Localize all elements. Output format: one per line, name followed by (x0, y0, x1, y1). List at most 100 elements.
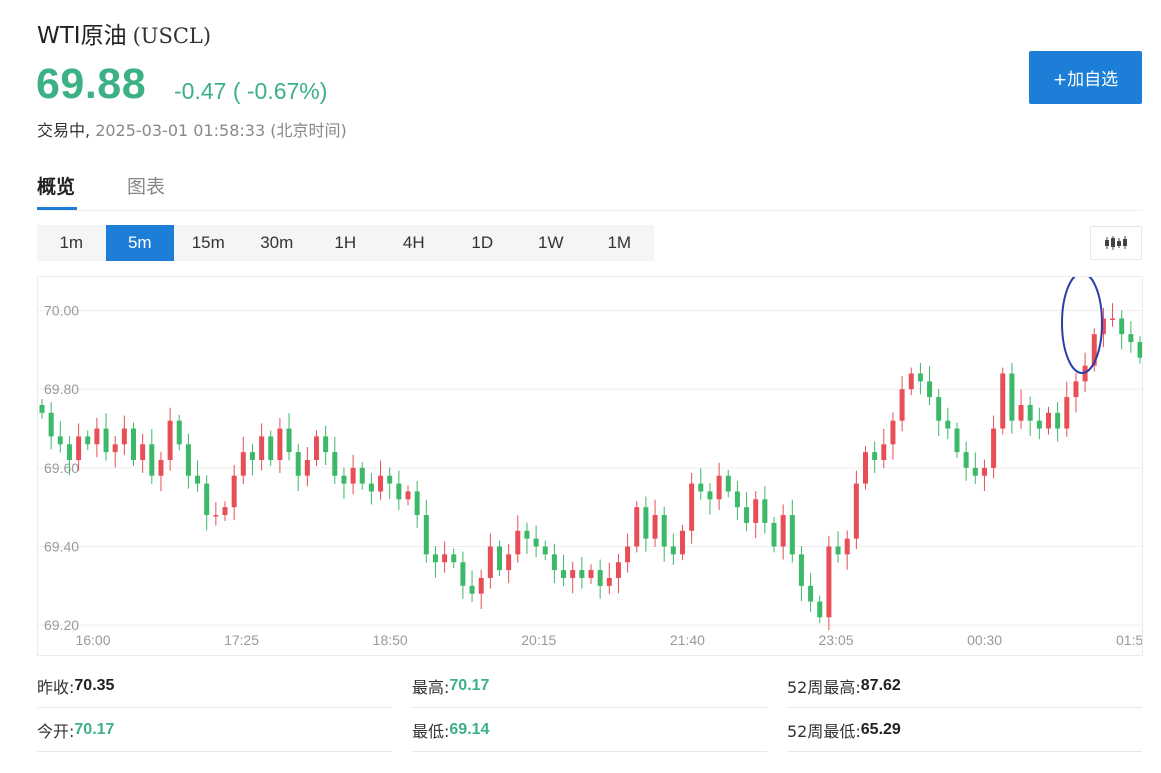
y-tick-label: 69.80 (44, 381, 79, 397)
candle-body (396, 483, 402, 500)
candle-body (689, 483, 695, 531)
tab-bar: 概览 图表 (37, 168, 1142, 211)
period-4h[interactable]: 4H (380, 225, 449, 261)
candle-body (195, 475, 201, 484)
candle-body (570, 570, 576, 578)
period-1d[interactable]: 1D (448, 225, 517, 261)
period-1w[interactable]: 1W (517, 225, 586, 261)
candle-body (972, 467, 978, 476)
candle-body (515, 530, 521, 555)
candle-body (1128, 334, 1134, 343)
candle-body (112, 444, 118, 453)
candle-body (487, 546, 493, 578)
candle-body (295, 452, 301, 476)
period-selector: 1m 5m 15m 30m 1H 4H 1D 1W 1M (37, 225, 654, 261)
period-1m[interactable]: 1m (37, 225, 106, 261)
candle-body (1018, 404, 1024, 421)
candle-body (213, 515, 219, 517)
candle-body (872, 452, 878, 460)
x-tick-label: 18:50 (373, 632, 408, 648)
candle-body (716, 475, 722, 500)
last-price: 69.88 (36, 60, 147, 108)
period-15m[interactable]: 15m (174, 225, 243, 261)
candle-body (798, 554, 804, 586)
candle-body (359, 467, 365, 484)
candle-body (103, 428, 109, 453)
candle-body (808, 585, 814, 602)
candle-body (268, 436, 274, 460)
candle-body (963, 452, 969, 468)
x-tick-label: 00:30 (967, 632, 1002, 648)
candle-body (48, 412, 54, 437)
instrument-title: WTI原油 (USCL) (37, 16, 211, 50)
candle-body (908, 373, 914, 390)
price-chart[interactable]: 70.00 69.80 69.60 69.40 69.20 16:00 17:25 18:50… (37, 276, 1143, 656)
candle-body (240, 452, 246, 476)
instrument-name: WTI原油 (37, 23, 127, 49)
period-1h[interactable]: 1H (311, 225, 380, 261)
candle-body (725, 475, 731, 492)
candle-body (185, 444, 191, 476)
candle-body (597, 570, 603, 586)
chart-canvas: 70.00 69.80 69.60 69.40 69.2016:00 17:25 18:50… (38, 277, 1143, 648)
stat-label: 今开: (37, 721, 75, 741)
x-tick-label: 20:15 (521, 632, 556, 648)
candle-body (85, 436, 91, 445)
y-tick-label: 69.20 (44, 617, 79, 633)
candle-body (853, 483, 859, 539)
x-tick-label: 17:25 (224, 632, 259, 648)
candle-body (625, 546, 631, 563)
candle-body (789, 515, 795, 555)
candle-body (991, 428, 997, 468)
candle-body (551, 554, 557, 571)
chart-type-button[interactable] (1090, 226, 1142, 260)
candle-body (76, 436, 82, 460)
candle-body (1137, 342, 1142, 358)
y-tick-label: 69.40 (44, 539, 79, 555)
candle-body (460, 562, 466, 586)
candle-body (414, 491, 420, 516)
candle-body (423, 515, 429, 555)
candle-body (936, 397, 942, 421)
y-tick-label: 69.60 (44, 460, 79, 476)
candle-body (277, 428, 283, 460)
stat-value: 65.29 (860, 720, 901, 738)
candle-body (579, 570, 585, 578)
stat-high: 最高: 70.17 (412, 664, 767, 708)
tab-charts[interactable]: 图表 (127, 172, 165, 199)
period-1mo[interactable]: 1M (585, 225, 654, 261)
x-tick-label: 01:5 (1116, 632, 1143, 648)
stat-label: 最低: (412, 721, 450, 741)
candle-body (405, 491, 411, 500)
candle-body (863, 452, 868, 484)
candle-body (204, 483, 210, 516)
candle-body (771, 522, 777, 547)
candle-body (497, 546, 502, 571)
candle-body (378, 475, 384, 492)
candle-body (542, 546, 548, 555)
candle-body (249, 452, 255, 460)
candle-body (332, 452, 338, 476)
candle-body (1073, 381, 1079, 398)
candle-body (323, 436, 329, 453)
candle-body (149, 444, 155, 476)
candle-body (478, 577, 484, 594)
candle-body (158, 460, 164, 476)
period-5m[interactable]: 5m (105, 225, 174, 261)
candle-body (1055, 412, 1061, 429)
period-30m[interactable]: 30m (243, 225, 312, 261)
add-to-watchlist-button[interactable]: +加自选 (1029, 51, 1142, 104)
candle-body (286, 428, 292, 453)
candle-body (387, 475, 393, 484)
candle-body (1119, 318, 1125, 335)
stat-label: 昨收: (37, 677, 75, 697)
candle-body (1000, 373, 1006, 429)
candle-body (844, 538, 850, 555)
candle-body (131, 428, 136, 460)
tab-overview[interactable]: 概览 (37, 172, 75, 199)
y-tick-label: 70.00 (44, 303, 79, 319)
trading-status: 交易中, 2025-03-01 01:58:33 (北京时间) (37, 117, 347, 141)
candle-body (1036, 420, 1042, 429)
stat-label: 52周最高: (787, 677, 861, 697)
candle-body (661, 515, 667, 547)
